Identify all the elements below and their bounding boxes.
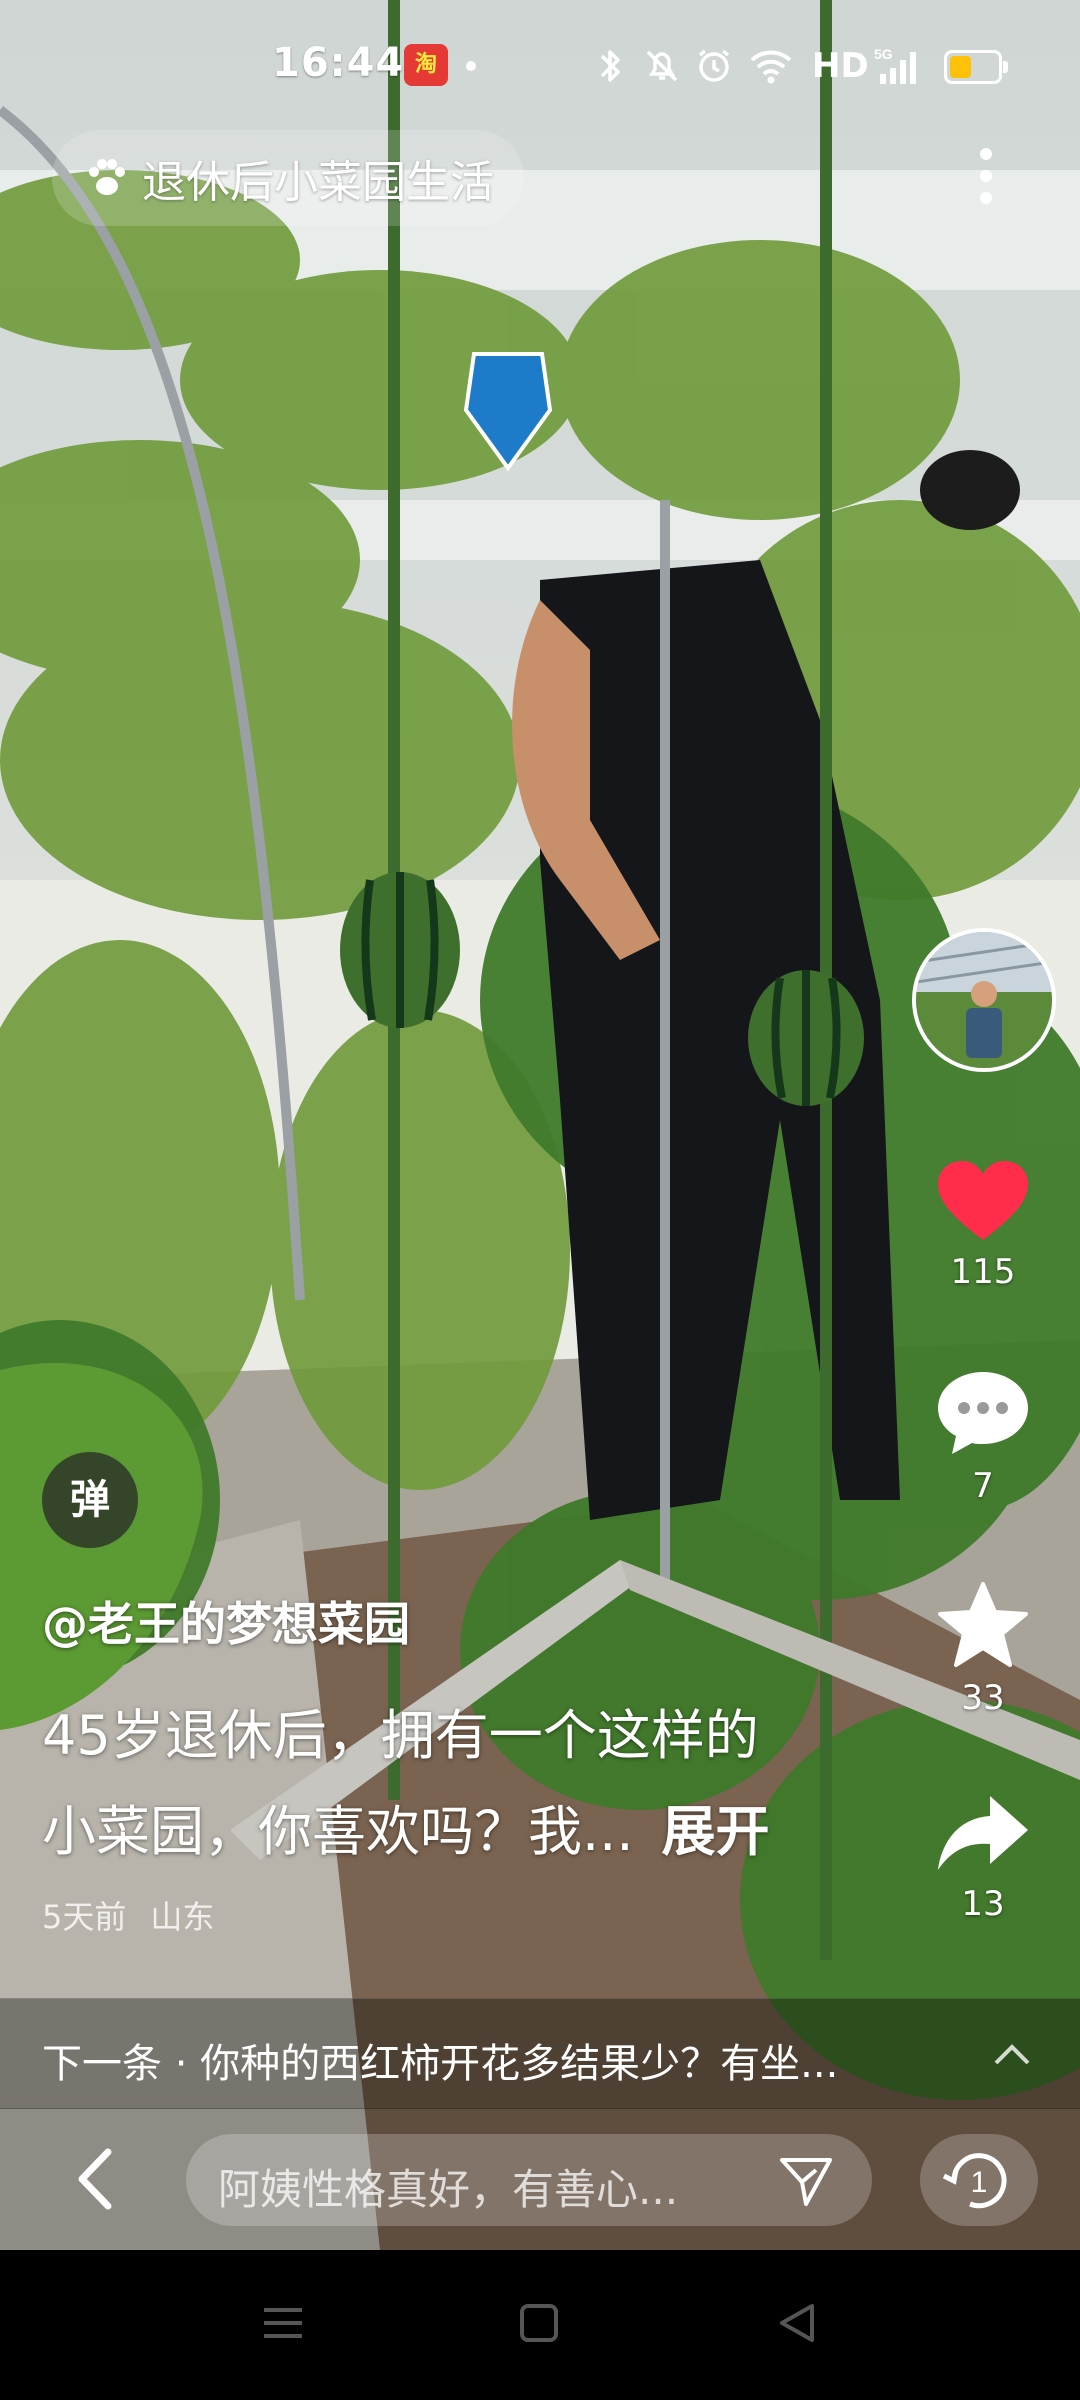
description-line: 45岁退休后，拥有一个这样的 (42, 1704, 759, 1767)
status-time: 16:44 (272, 40, 405, 86)
comment-input[interactable]: 阿姨性格真好，有善心... (186, 2134, 872, 2226)
battery-level (950, 56, 971, 78)
comment-bar: 阿姨性格真好，有善心... 1 (0, 2108, 1080, 2250)
counter-value: 1 (971, 2166, 988, 2199)
more-dot-icon (980, 170, 992, 182)
comment-placeholder: 阿姨性格真好，有善心... (218, 2165, 679, 2214)
heart-icon (938, 1161, 1028, 1240)
battery-icon (944, 50, 1008, 84)
next-video-title: 下一条 · 你种的西红柿开花多结果少？有坐... (42, 2041, 839, 2087)
favorite-count: 33 (961, 1678, 1005, 1718)
system-navigation-bar (0, 2250, 1080, 2400)
like-count: 115 (950, 1252, 1016, 1292)
paw-icon (89, 159, 125, 195)
share-arrow-icon (938, 1796, 1028, 1870)
comment-count: 7 (972, 1466, 994, 1506)
signal-5g-icon: 5G (874, 46, 916, 84)
alarm-icon (698, 49, 730, 82)
post-meta: 5天前 山东 (42, 1892, 214, 1938)
home-icon[interactable] (514, 2298, 564, 2348)
more-options-button[interactable] (960, 140, 1010, 210)
video-counter-button[interactable]: 1 (920, 2134, 1038, 2226)
chevron-up-icon[interactable] (990, 2035, 1034, 2071)
more-dot-icon (980, 148, 992, 160)
post-description[interactable]: 45岁退休后，拥有一个这样的 小菜园，你喜欢吗？我... 展开 (42, 1688, 862, 1880)
topic-chip[interactable]: 退休后小菜园生活 (52, 130, 524, 226)
topic-label: 退休后小菜园生活 (142, 157, 494, 208)
like-button[interactable]: 115 (913, 1158, 1053, 1292)
avatar-image (916, 932, 1052, 1068)
next-video-bar[interactable]: 下一条 · 你种的西红柿开花多结果少？有坐... (0, 1998, 1080, 2109)
signal-5g-label: 5G (874, 46, 893, 62)
share-count: 13 (961, 1884, 1005, 1924)
favorite-button[interactable]: 33 (913, 1580, 1053, 1718)
share-button[interactable]: 13 (913, 1790, 1053, 1924)
post-time: 5天前 (42, 1898, 127, 1936)
star-icon (938, 1582, 1028, 1667)
more-dot-icon (980, 192, 992, 204)
refresh-counter-icon: 1 (942, 2153, 1007, 2209)
notification-dot-icon (466, 61, 476, 71)
post-location: 山东 (150, 1898, 215, 1936)
back-arrow-icon[interactable] (70, 2146, 120, 2212)
network-type-label: HD (812, 46, 869, 86)
author-avatar[interactable] (912, 928, 1056, 1072)
comment-bubble-icon (938, 1372, 1028, 1454)
send-icon[interactable] (774, 2148, 838, 2212)
taobao-notification-icon: 淘 (404, 44, 448, 86)
bluetooth-icon (600, 50, 620, 82)
comment-button[interactable]: 7 (913, 1368, 1053, 1506)
author-name[interactable]: @老王的梦想菜园 (42, 1588, 410, 1654)
danmaku-toggle-button[interactable]: 弹 (42, 1452, 138, 1548)
mute-bell-icon (646, 50, 678, 82)
status-bar: 16:44 淘 HD 5G (0, 0, 1080, 130)
description-line: 小菜园，你喜欢吗？我... (42, 1800, 634, 1863)
back-triangle-icon[interactable] (772, 2298, 822, 2348)
expand-link[interactable]: 展开 (662, 1800, 770, 1863)
menu-icon[interactable] (258, 2298, 308, 2348)
wifi-icon (750, 50, 792, 84)
